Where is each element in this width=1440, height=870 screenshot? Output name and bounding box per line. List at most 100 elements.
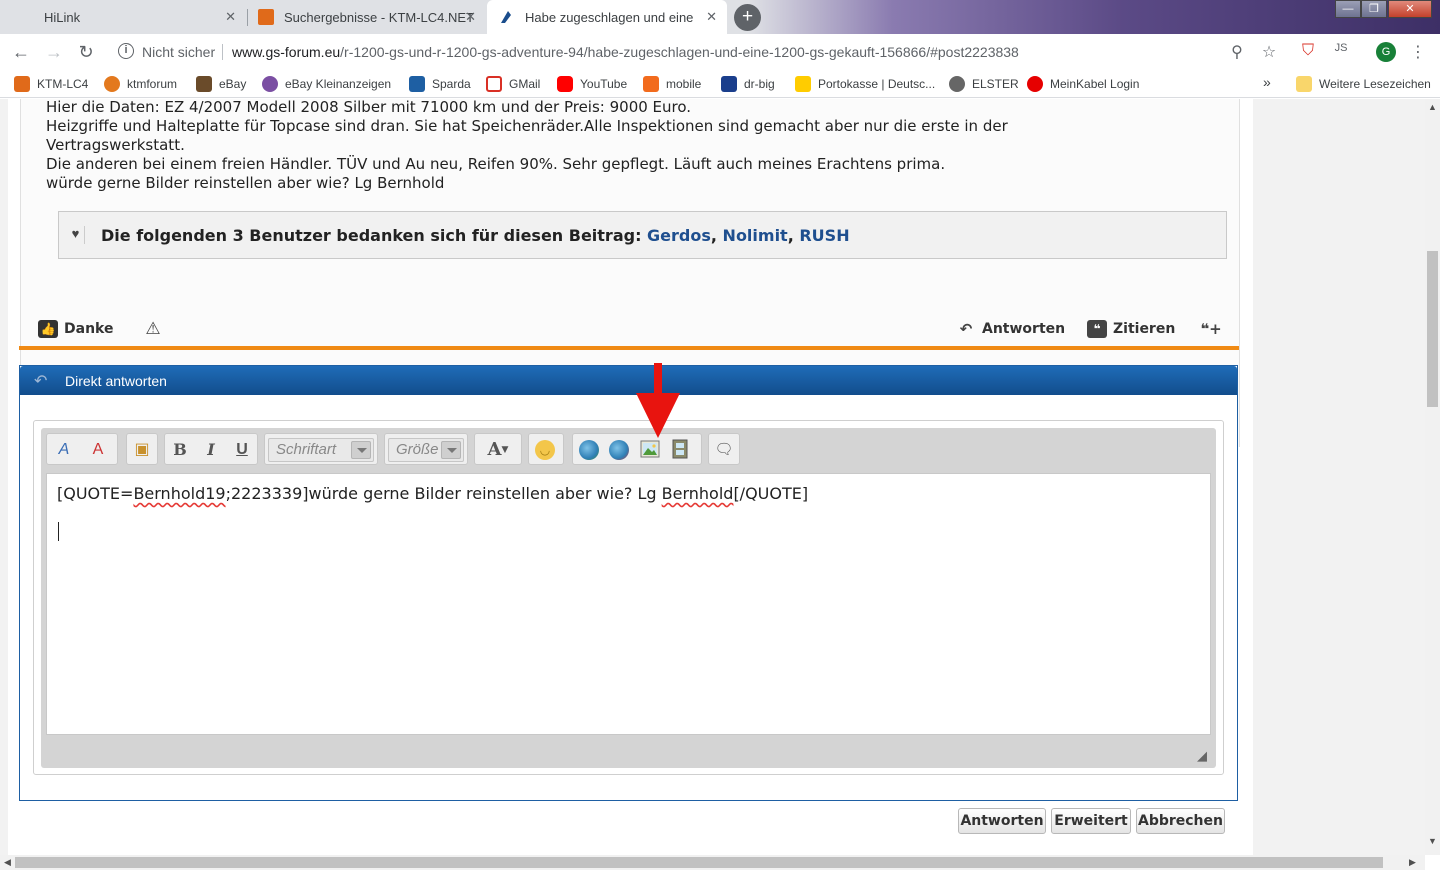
message-editor[interactable]: [QUOTE=Bernhold19;2223339]würde gerne Bi… — [46, 473, 1211, 735]
report-button[interactable]: ⚠ — [143, 320, 169, 338]
vertical-scroll-thumb[interactable] — [1427, 251, 1438, 407]
multi-quote-button[interactable]: ❝+ — [1199, 320, 1229, 338]
tab-close-icon[interactable]: ✕ — [225, 9, 236, 25]
bookmark-ktm-lc4[interactable]: KTM-LC4 — [14, 76, 88, 92]
new-tab-button[interactable]: + — [734, 4, 761, 31]
thanks-user-link[interactable]: Gerdos — [647, 226, 711, 245]
horizontal-scrollbar[interactable]: ◀ ▶ — [0, 855, 1425, 870]
submit-reply-button[interactable]: Antworten — [958, 808, 1046, 834]
bookmark-label: dr-big — [744, 77, 775, 91]
cancel-button[interactable]: Abbrechen — [1136, 808, 1225, 834]
other-bookmarks[interactable]: Weitere Lesezeichen — [1296, 76, 1431, 92]
tab-close-icon[interactable]: ✕ — [465, 9, 476, 25]
bookmark-mobile[interactable]: mobile — [643, 76, 701, 92]
thanks-user-link[interactable]: Nolimit — [723, 226, 788, 245]
bookmark-meinkabel[interactable]: MeinKabel Login — [1027, 76, 1139, 92]
thanks-user-link[interactable]: RUSH — [799, 226, 849, 245]
zoom-icon[interactable]: ⚲ — [1227, 42, 1247, 62]
scroll-down-arrow-icon[interactable]: ▼ — [1425, 836, 1440, 846]
gs-forum-favicon-icon — [499, 9, 515, 25]
bookmark-youtube[interactable]: YouTube — [557, 76, 627, 92]
insert-image-icon[interactable] — [639, 439, 661, 461]
tab-close-icon[interactable]: ✕ — [706, 9, 717, 25]
bookmark-ebay-kleinanzeigen[interactable]: eBay Kleinanzeigen — [262, 76, 391, 92]
thanks-text: Die folgenden 3 Benutzer bedanken sich f… — [101, 226, 850, 245]
folder-icon — [1296, 76, 1312, 92]
insert-link-icon[interactable] — [579, 440, 599, 460]
text-color-icon[interactable]: A▼ — [481, 439, 515, 461]
bold-icon[interactable]: B — [169, 439, 191, 461]
resize-grip-icon[interactable]: ◢ — [1194, 748, 1210, 764]
back-arrow-icon[interactable]: ← — [9, 40, 33, 64]
quick-reply-title: Direkt antworten — [65, 373, 167, 389]
thanks-button[interactable]: 👍 Danke — [38, 320, 113, 338]
paste-icon[interactable]: ▣ — [131, 439, 153, 461]
italic-icon[interactable]: I — [200, 439, 222, 461]
extension-js-icon[interactable]: JS — [1331, 42, 1351, 54]
bookmark-gmail[interactable]: GMail — [486, 76, 540, 92]
scroll-right-arrow-icon[interactable]: ▶ — [1405, 857, 1420, 868]
advanced-editor-button[interactable]: Erweitert — [1051, 808, 1131, 834]
info-icon[interactable]: i — [118, 43, 134, 59]
quote-icon[interactable]: 🗨 — [713, 439, 735, 461]
bookmark-ktmforum[interactable]: ktmforum — [104, 76, 177, 92]
bookmark-star-icon[interactable]: ☆ — [1259, 42, 1279, 62]
tab-gs-forum[interactable]: Habe zugeschlagen und eine 120 ✕ — [487, 0, 727, 34]
bookmark-label: mobile — [666, 77, 702, 91]
tab-hilink[interactable]: HiLink ✕ — [0, 0, 246, 34]
editor-container: A A ▣ B I U Schriftart Größe A▼ ◡ 🗨 [QUO… — [33, 420, 1224, 775]
scroll-left-arrow-icon[interactable]: ◀ — [0, 857, 15, 868]
forward-arrow-icon[interactable]: → — [42, 40, 66, 64]
vertical-scrollbar[interactable]: ▲ ▼ — [1425, 99, 1440, 855]
remove-formatting-icon[interactable]: A — [87, 439, 109, 461]
address-bar[interactable]: i Nicht sicher www.gs-forum.eu/r-1200-gs… — [110, 38, 1290, 66]
bookmark-sparda[interactable]: Sparda — [409, 76, 471, 92]
mobile-icon — [643, 76, 659, 92]
reply-button[interactable]: ↶ Antworten — [956, 320, 1065, 338]
page-viewport: Hier die Daten: EZ 4/2007 Modell 2008 Si… — [0, 99, 1425, 855]
red-arrow-annotation — [636, 363, 680, 438]
avatar[interactable]: G — [1376, 42, 1396, 62]
smiley-icon[interactable]: ◡ — [535, 440, 555, 460]
bookmark-label: MeinKabel Login — [1050, 77, 1140, 91]
bookmark-elster[interactable]: ELSTER — [949, 76, 1019, 92]
bookmark-dr-big[interactable]: dr-big — [721, 76, 775, 92]
bookmark-ebay[interactable]: eBay — [196, 76, 246, 92]
bookmarks-overflow-button[interactable]: » — [1263, 74, 1271, 90]
quote-username: Bernhold19 — [133, 484, 226, 503]
maximize-button[interactable]: ❐ — [1361, 0, 1387, 18]
security-label: Nicht sicher — [142, 44, 216, 60]
tab-title: Suchergebnisse - KTM-LC4.NET — [284, 9, 475, 25]
menu-dots-icon[interactable]: ⋮ — [1408, 42, 1428, 62]
extension-shield-icon[interactable]: ⛉ — [1298, 42, 1318, 60]
url-text[interactable]: www.gs-forum.eu/r-1200-gs-und-r-1200-gs-… — [232, 44, 1019, 60]
font-size-select[interactable]: Größe — [388, 438, 464, 462]
minimize-button[interactable]: — — [1335, 0, 1361, 18]
dr-big-icon — [721, 76, 737, 92]
warning-icon: ⚠ — [145, 319, 161, 339]
reply-arrow-icon: ↶ — [959, 320, 973, 338]
quote-close-tag: [/QUOTE] — [733, 484, 809, 503]
ktm-favicon-icon — [258, 9, 274, 25]
insert-video-icon[interactable] — [669, 439, 691, 461]
post-line: Vertragswerkstatt. — [46, 136, 185, 154]
window-close-button[interactable]: ✕ — [1388, 0, 1432, 18]
bookmark-label: eBay Kleinanzeigen — [285, 77, 392, 91]
font-family-select[interactable]: Schriftart — [268, 438, 374, 462]
horizontal-scroll-thumb[interactable] — [15, 857, 1383, 868]
switch-editor-mode-icon[interactable]: A — [53, 439, 75, 461]
youtube-icon — [557, 76, 573, 92]
bookmark-portokasse[interactable]: Portokasse | Deutsc... — [795, 76, 935, 92]
chevron-down-icon — [441, 441, 461, 459]
ktm-icon — [14, 76, 30, 92]
pumpkin-icon — [104, 76, 120, 92]
scroll-up-arrow-icon[interactable]: ▲ — [1425, 102, 1440, 112]
quote-button[interactable]: ❝ Zitieren — [1087, 320, 1175, 338]
tab-ktm-search[interactable]: Suchergebnisse - KTM-LC4.NET ✕ — [248, 0, 486, 34]
reload-icon[interactable]: ↻ — [74, 40, 98, 64]
remove-link-icon[interactable] — [609, 440, 629, 460]
reply-button-label: Antworten — [982, 321, 1066, 337]
underline-icon[interactable]: U — [231, 439, 253, 461]
tab-title: HiLink — [44, 9, 81, 25]
thumbs-up-icon: 👍 — [38, 320, 58, 338]
